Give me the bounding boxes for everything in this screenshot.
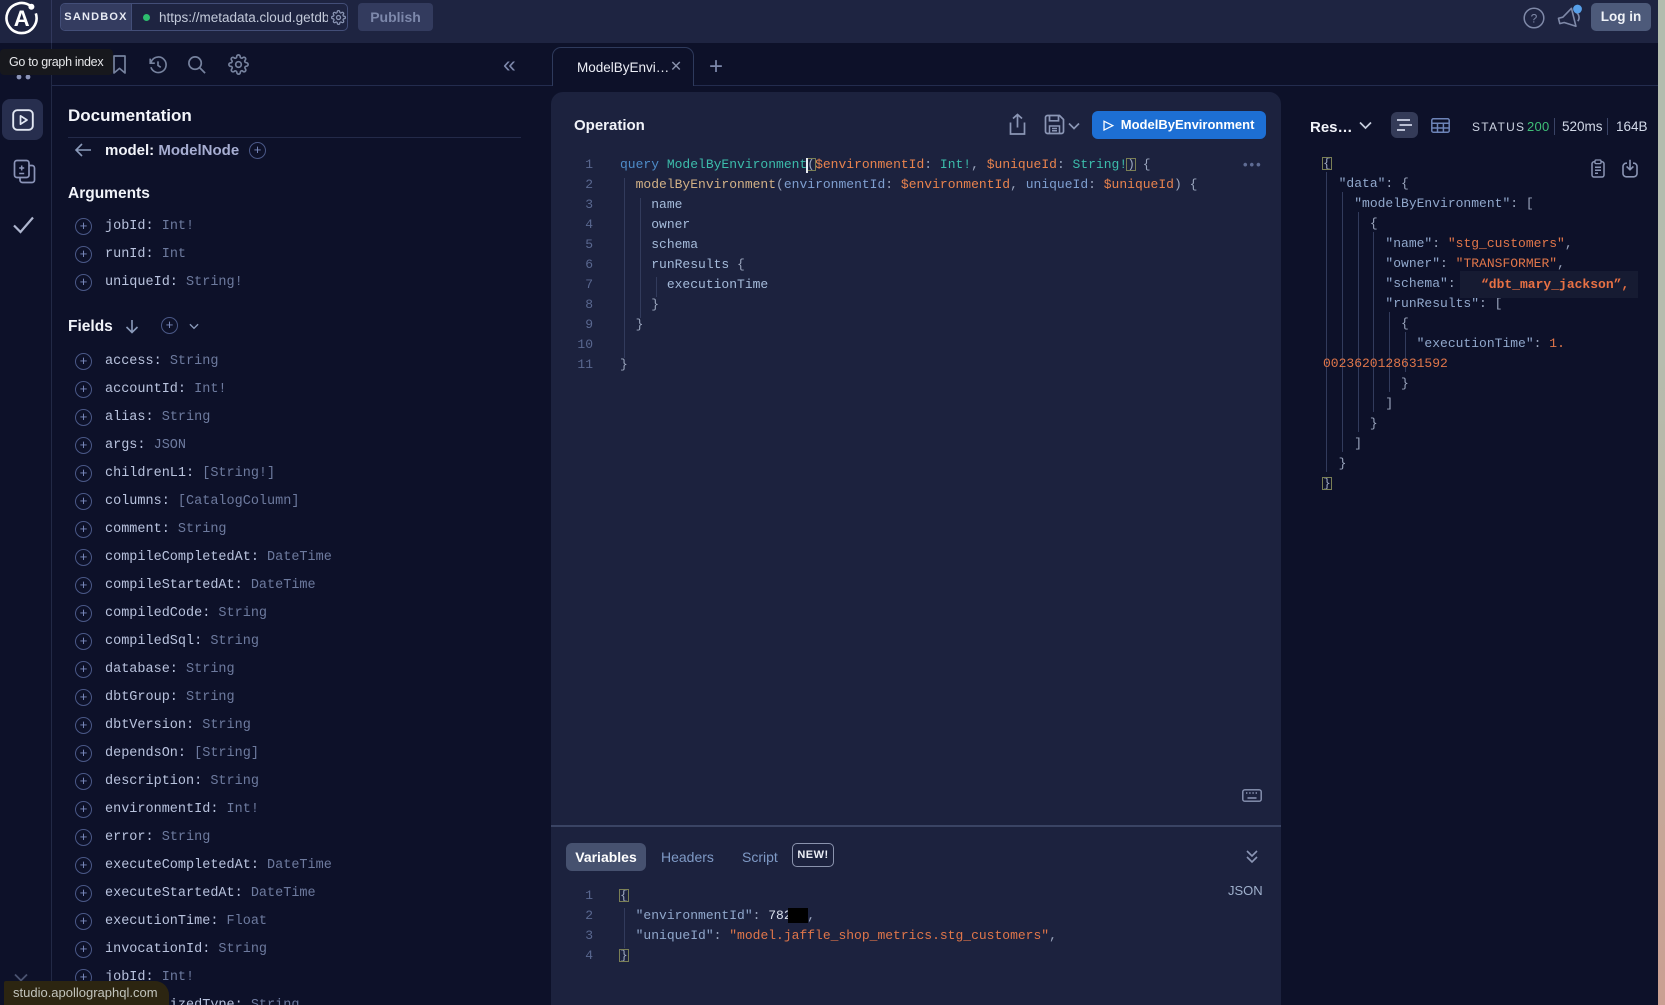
svg-text:?: ? bbox=[1531, 12, 1538, 26]
svg-text:A: A bbox=[14, 6, 30, 31]
